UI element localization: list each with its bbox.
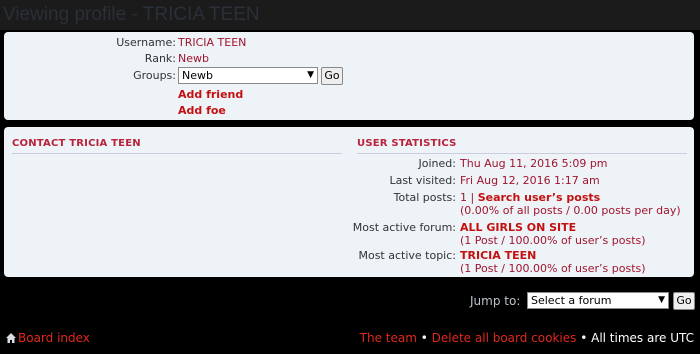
active-topic-label: Most active topic:	[358, 249, 456, 262]
joined-label: Joined:	[418, 157, 456, 170]
active-forum-sub: (1 Post / 100.00% of user’s posts)	[460, 234, 646, 247]
rank-label: Rank:	[144, 52, 176, 65]
active-forum-link[interactable]: ALL GIRLS ON SITE	[460, 221, 576, 234]
timezone-text: All times are UTC	[591, 331, 694, 345]
chevron-down-icon: ▼	[658, 295, 665, 305]
add-foe-link[interactable]: Add foe	[178, 104, 226, 117]
jump-to-label: Jump to:	[470, 294, 521, 308]
active-topic-sub: (1 Post / 100.00% of user’s posts)	[460, 262, 646, 275]
last-visited-value: Fri Aug 12, 2016 1:17 am	[460, 174, 600, 187]
active-forum-label: Most active forum:	[352, 221, 456, 234]
page-title: Viewing profile - TRICIA TEEN	[0, 0, 700, 30]
total-posts-separator: |	[467, 191, 478, 204]
total-posts-label: Total posts:	[393, 191, 456, 204]
jump-go-button[interactable]: Go	[673, 292, 695, 310]
groups-select-value: Newb	[182, 69, 213, 82]
total-posts-value: 1	[460, 191, 467, 204]
total-posts-line: 1 | Search user’s posts	[460, 191, 600, 204]
board-index-label: Board index	[18, 331, 90, 345]
profile-panel: Username: TRICIA TEEN Rank: Newb Groups:…	[4, 32, 694, 120]
user-statistics-heading: USER STATISTICS	[357, 138, 687, 154]
contact-heading: CONTACT TRICIA TEEN	[12, 138, 342, 154]
details-panel: CONTACT TRICIA TEEN USER STATISTICS Join…	[4, 127, 694, 277]
jump-forum-select-value: Select a forum	[531, 294, 612, 307]
active-topic-link[interactable]: TRICIA TEEN	[460, 249, 536, 262]
add-friend-link[interactable]: Add friend	[178, 88, 243, 101]
footer-separator-1: •	[416, 331, 432, 345]
rank-value: Newb	[178, 52, 209, 65]
delete-cookies-link[interactable]: Delete all board cookies	[432, 331, 577, 345]
the-team-link[interactable]: The team	[360, 331, 417, 345]
joined-value: Thu Aug 11, 2016 5:09 pm	[460, 157, 608, 170]
username-label: Username:	[116, 36, 176, 49]
last-visited-label: Last visited:	[389, 174, 456, 187]
groups-go-button[interactable]: Go	[321, 67, 343, 85]
jump-forum-select[interactable]: Select a forum ▼	[527, 292, 669, 309]
home-icon	[6, 332, 16, 343]
groups-label: Groups:	[133, 69, 176, 82]
board-index-link[interactable]: Board index	[6, 331, 90, 345]
search-posts-link[interactable]: Search user’s posts	[478, 191, 600, 204]
footer-right: The team • Delete all board cookies • Al…	[360, 331, 694, 345]
footer-separator-2: •	[576, 331, 592, 345]
chevron-down-icon: ▼	[307, 70, 314, 80]
username-value: TRICIA TEEN	[178, 36, 247, 49]
groups-select[interactable]: Newb ▼	[178, 67, 318, 84]
total-posts-sub: (0.00% of all posts / 0.00 posts per day…	[460, 204, 681, 217]
